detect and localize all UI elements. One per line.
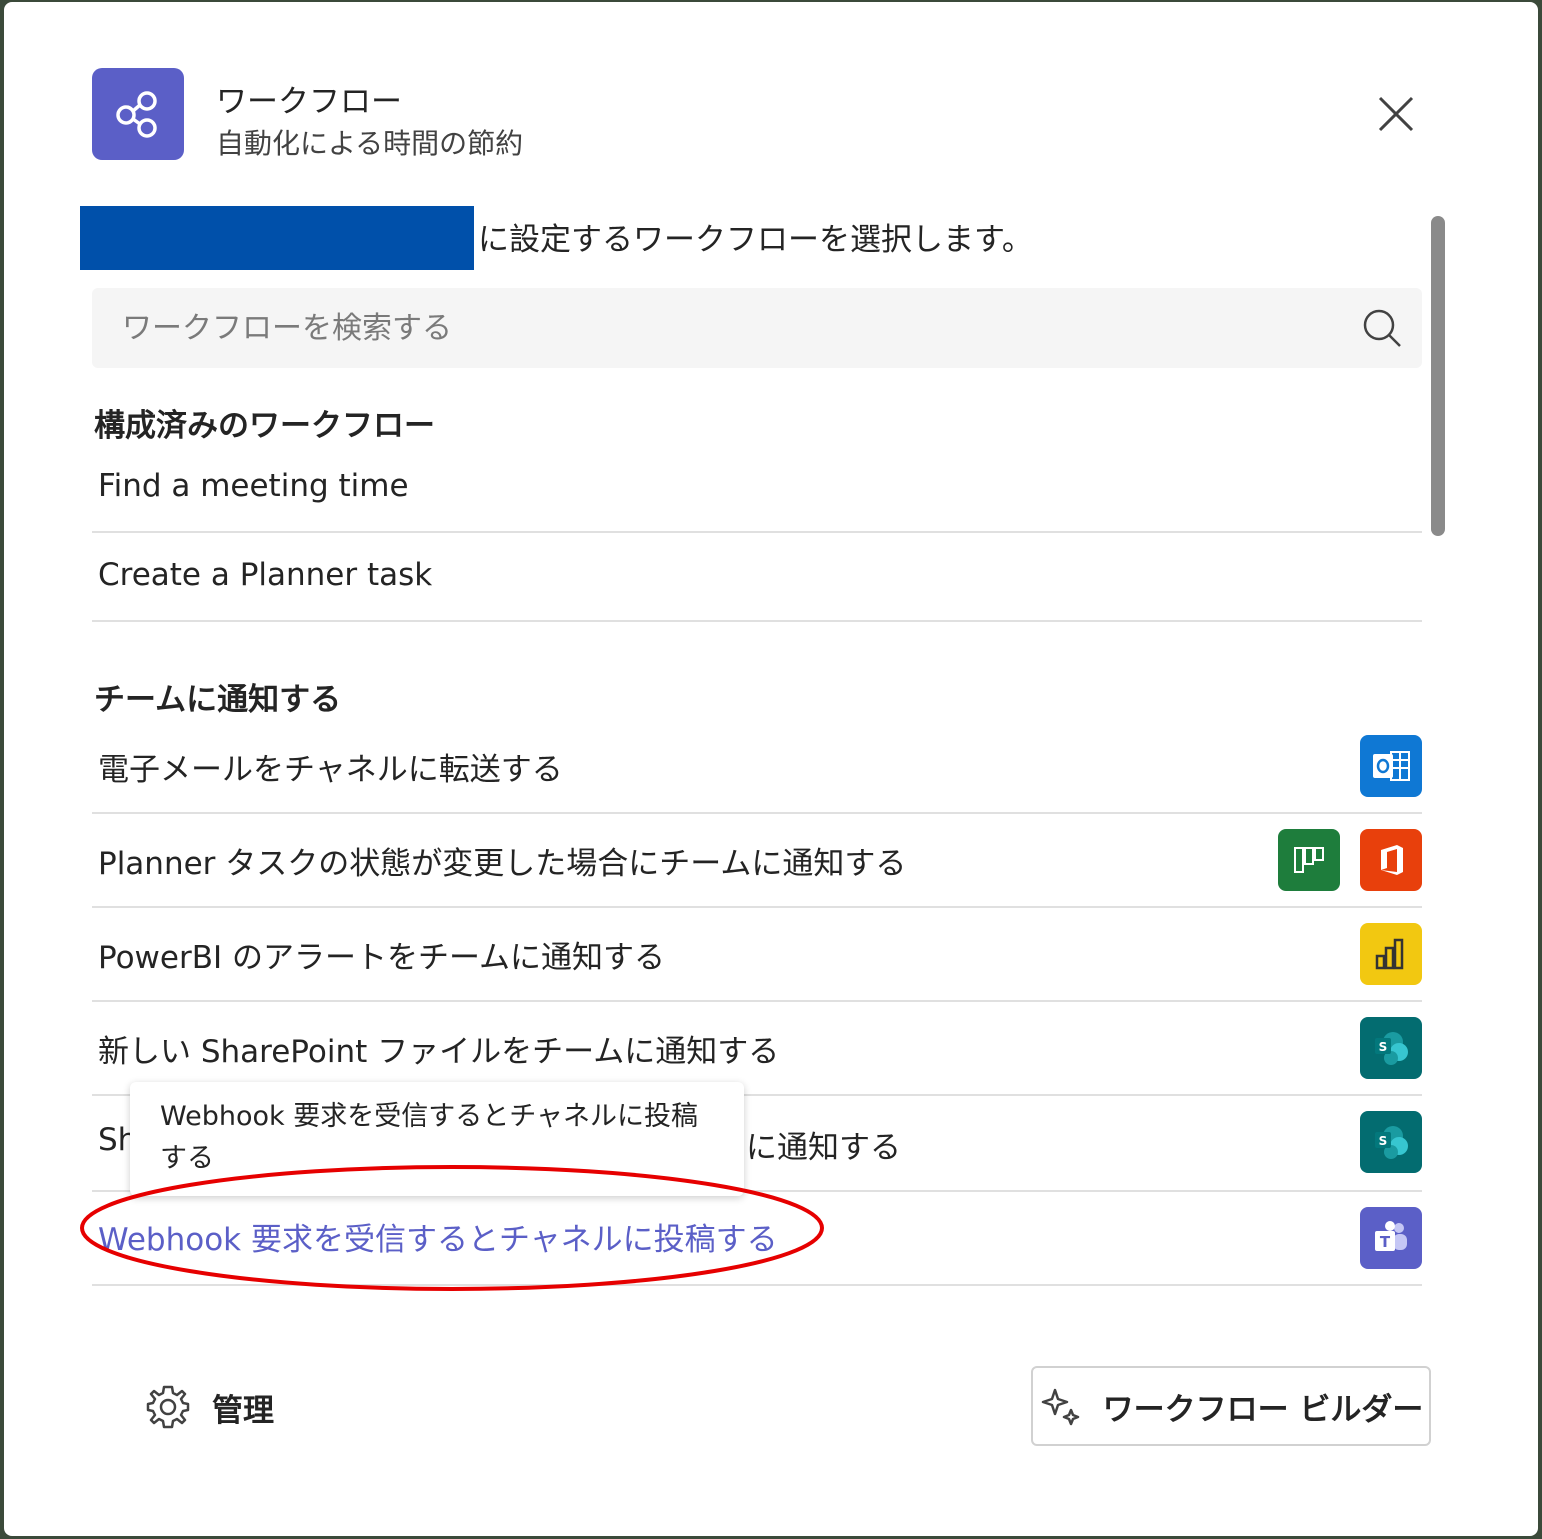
list-item-label: Find a meeting time — [98, 468, 409, 504]
scrollbar-thumb[interactable] — [1431, 216, 1445, 536]
list-item-label: Create a Planner task — [98, 557, 433, 593]
tooltip: Webhook 要求を受信するとチャネルに投稿する — [130, 1082, 744, 1196]
configured-item-find-meeting[interactable]: Find a meeting time — [92, 446, 1422, 533]
gear-icon — [146, 1385, 190, 1429]
list-item-label: 新しい SharePoint ファイルをチームに通知する — [98, 1034, 780, 1070]
teams-icon: T — [1360, 1207, 1422, 1269]
svg-text:S: S — [1379, 1040, 1388, 1054]
redacted-channel-name — [80, 206, 474, 270]
workflow-builder-label: ワークフロー ビルダー — [1102, 1391, 1424, 1428]
svg-text:T: T — [1380, 1233, 1391, 1251]
share-nodes-icon — [116, 91, 157, 138]
list-item-label: Webhook 要求を受信するとチャネルに投稿する — [98, 1222, 778, 1258]
workflow-item-email-forward[interactable]: 電子メールをチャネルに転送する — [92, 720, 1422, 814]
office-icon — [1360, 829, 1422, 891]
workflow-item-planner-status[interactable]: Planner タスクの状態が変更した場合にチームに通知する — [92, 814, 1422, 908]
search-input[interactable] — [122, 288, 1342, 368]
dialog-title: ワークフロー — [216, 84, 402, 120]
manage-button[interactable]: 管理 — [144, 1374, 274, 1440]
notify-section-title: チームに通知する — [94, 682, 342, 718]
search-icon[interactable] — [1360, 306, 1404, 350]
close-button[interactable] — [1364, 82, 1428, 146]
configured-section-title: 構成済みのワークフロー — [94, 408, 435, 444]
list-item-label: 電子メールをチャネルに転送する — [98, 752, 563, 788]
sharepoint-icon: S — [1360, 1111, 1422, 1173]
dialog-subtitle: 自動化による時間の節約 — [216, 127, 524, 160]
configured-item-planner-task[interactable]: Create a Planner task — [92, 533, 1422, 622]
workflow-item-webhook-post[interactable]: Webhook 要求を受信するとチャネルに投稿する T — [92, 1192, 1422, 1286]
close-icon — [1378, 96, 1414, 132]
list-item-label: Planner タスクの状態が変更した場合にチームに通知する — [98, 846, 907, 882]
outlook-icon — [1360, 735, 1422, 797]
list-item-label-end: に通知する — [746, 1130, 901, 1166]
workflow-app-icon — [92, 68, 184, 160]
workflow-dialog: ワークフロー 自動化による時間の節約 に設定するワークフローを選択します。 構成… — [4, 2, 1538, 1536]
sharepoint-icon: S — [1360, 1017, 1422, 1079]
instruction-text: に設定するワークフローを選択します。 — [478, 222, 1033, 258]
workflow-builder-button[interactable]: ワークフロー ビルダー — [1031, 1366, 1431, 1446]
workflow-item-powerbi-alert[interactable]: PowerBI のアラートをチームに通知する — [92, 908, 1422, 1002]
search-box — [92, 288, 1422, 368]
planner-icon — [1278, 829, 1340, 891]
powerbi-icon — [1360, 923, 1422, 985]
sparkle-icon — [1041, 1388, 1079, 1426]
svg-text:S: S — [1379, 1134, 1388, 1148]
manage-label: 管理 — [212, 1392, 274, 1429]
list-item-label: PowerBI のアラートをチームに通知する — [98, 940, 666, 976]
